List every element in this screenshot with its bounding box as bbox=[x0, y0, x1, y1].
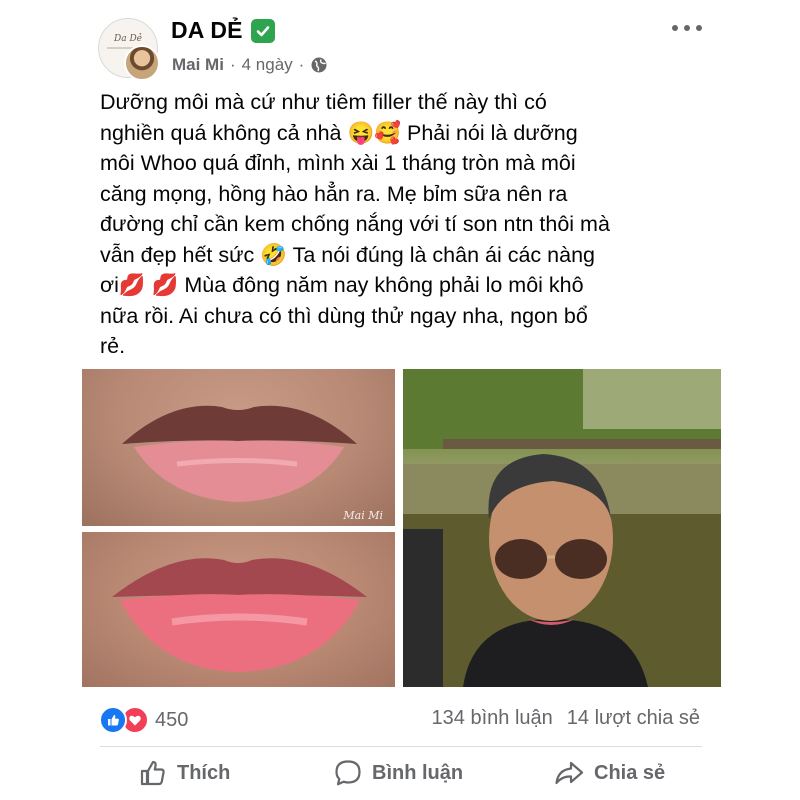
author-avatar[interactable] bbox=[124, 45, 160, 81]
post-meta: Mai Mi · 4 ngày · bbox=[172, 55, 328, 75]
selfie-photo[interactable] bbox=[403, 369, 721, 687]
action-bar: Thích Bình luận Chia sẻ bbox=[100, 758, 700, 796]
share-count[interactable]: 14 lượt chia sẻ bbox=[567, 707, 700, 730]
comment-bubble-icon bbox=[335, 760, 361, 786]
like-label: Thích bbox=[177, 761, 231, 784]
engagement-stats: 134 bình luận 14 lượt chia sẻ bbox=[432, 707, 700, 730]
meta-separator-2: · bbox=[298, 55, 305, 74]
share-label: Chia sẻ bbox=[594, 761, 666, 784]
post-time[interactable]: 4 ngày bbox=[242, 55, 293, 75]
photo-watermark: Mai Mi bbox=[343, 509, 383, 522]
reaction-count: 450 bbox=[155, 708, 189, 731]
reaction-summary[interactable]: 450 bbox=[99, 706, 188, 734]
globe-icon bbox=[310, 56, 328, 74]
thumbs-up-icon bbox=[140, 760, 165, 786]
page-name[interactable]: DA DẺ bbox=[171, 17, 243, 44]
like-reaction-icon bbox=[99, 706, 127, 734]
like-button[interactable]: Thích bbox=[138, 758, 230, 788]
share-arrow-icon bbox=[555, 761, 584, 785]
meta-separator: · bbox=[229, 55, 236, 74]
lips-before-photo[interactable]: Mai Mi bbox=[82, 369, 395, 526]
share-button[interactable]: Chia sẻ bbox=[553, 758, 665, 788]
post-text: Dưỡng môi mà cứ như tiêm filler thế này … bbox=[100, 90, 610, 358]
more-options-icon[interactable] bbox=[672, 18, 702, 38]
lips-after-photo[interactable] bbox=[82, 532, 395, 687]
comment-count[interactable]: 134 bình luận bbox=[432, 707, 553, 730]
verified-check-icon bbox=[250, 18, 275, 43]
action-divider bbox=[100, 746, 702, 747]
comment-button[interactable]: Bình luận bbox=[333, 758, 463, 788]
comment-label: Bình luận bbox=[372, 761, 464, 784]
author-name[interactable]: Mai Mi bbox=[172, 55, 224, 75]
avatar-brand-text: Da Dẻ bbox=[114, 34, 142, 44]
facebook-post: Da Dẻ DA DẺ Mai Mi · 4 ngày · Dưỡng môi … bbox=[0, 0, 800, 800]
page-name-row: DA DẺ bbox=[171, 17, 275, 44]
